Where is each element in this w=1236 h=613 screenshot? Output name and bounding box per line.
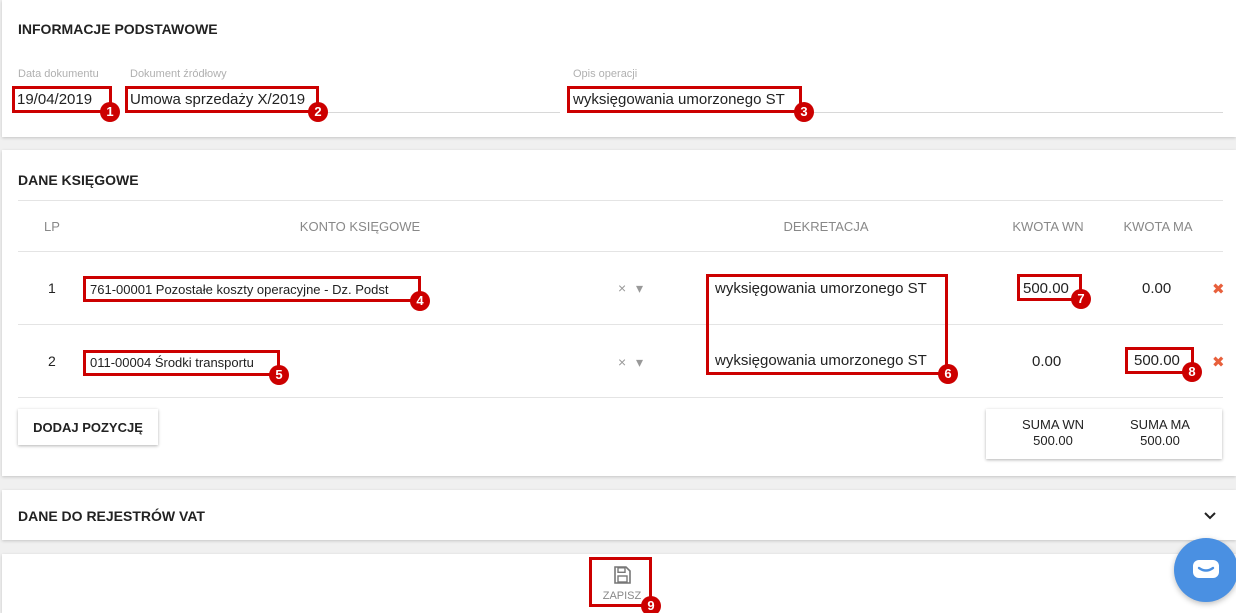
callout-badge-1: 1 — [100, 102, 120, 122]
doc-date-input[interactable]: 19/04/2019 — [17, 91, 92, 108]
row-1-delete-icon[interactable]: ✖ — [1212, 280, 1225, 298]
callout-badge-3: 3 — [794, 102, 814, 122]
vat-title: DANE DO REJESTRÓW VAT — [18, 508, 205, 524]
callout-badge-6: 6 — [938, 364, 958, 384]
callout-badge-8: 8 — [1182, 362, 1202, 382]
sum-credit-value: 500.00 — [1140, 433, 1180, 448]
add-position-button[interactable]: DODAJ POZYCJĘ — [18, 409, 158, 445]
description-underline — [573, 112, 1223, 113]
callout-badge-5: 5 — [269, 365, 289, 385]
row-1-chevron-down-icon[interactable]: ▾ — [636, 280, 643, 297]
row-1-debit-input[interactable]: 500.00 — [1023, 280, 1069, 297]
column-header-debit: KWOTA WN — [1012, 219, 1084, 234]
row-2-lp: 2 — [48, 353, 56, 369]
callout-badge-4: 4 — [410, 291, 430, 311]
header-separator — [18, 251, 1223, 252]
description-label: Opis operacji — [573, 68, 638, 80]
sum-box: SUMA WN 500.00 SUMA MA 500.00 — [986, 409, 1222, 459]
chat-icon — [1193, 560, 1219, 578]
callout-badge-7: 7 — [1071, 289, 1091, 309]
callout-badge-9: 9 — [641, 596, 661, 613]
vat-card[interactable]: DANE DO REJESTRÓW VAT — [2, 490, 1236, 540]
chat-widget-button[interactable] — [1174, 538, 1236, 602]
floppy-disk-icon — [614, 566, 631, 584]
column-header-account: KONTO KSIĘGOWE — [299, 219, 421, 234]
row-1-account-select[interactable]: 761-00001 Pozostałe koszty operacyjne - … — [90, 282, 388, 297]
row-2-credit-input[interactable]: 500.00 — [1134, 352, 1180, 369]
accounting-title: DANE KSIĘGOWE — [18, 172, 139, 188]
doc-date-label: Data dokumentu — [18, 68, 99, 80]
row-1-lp: 1 — [48, 280, 56, 296]
row-2-clear-icon[interactable]: × — [618, 354, 626, 370]
chevron-down-icon[interactable] — [1203, 511, 1217, 521]
row-1-decree-input[interactable]: wyksięgowania umorzonego ST — [715, 280, 927, 297]
source-doc-input[interactable]: Umowa sprzedaży X/2019 — [130, 91, 305, 108]
source-doc-underline — [130, 112, 560, 113]
description-input[interactable]: wyksięgowania umorzonego ST — [573, 91, 785, 108]
source-doc-label: Dokument źródłowy — [130, 68, 227, 80]
callout-badge-2: 2 — [308, 102, 328, 122]
basic-info-card: INFORMACJE PODSTAWOWE Data dokumentu 19/… — [2, 0, 1236, 137]
row-2-account-select[interactable]: 011-00004 Środki transportu — [90, 355, 254, 370]
title-separator — [18, 200, 1223, 201]
accounting-card: DANE KSIĘGOWE LP KONTO KSIĘGOWE DEKRETAC… — [2, 150, 1236, 476]
column-header-decree: DEKRETACJA — [783, 219, 869, 234]
sum-debit-value: 500.00 — [1033, 433, 1073, 448]
row-2-debit-input[interactable]: 0.00 — [1032, 353, 1061, 370]
row-1-separator — [18, 324, 1223, 325]
row-2-decree-input[interactable]: wyksięgowania umorzonego ST — [715, 352, 927, 369]
row-2-separator — [18, 397, 1223, 398]
row-2-chevron-down-icon[interactable]: ▾ — [636, 354, 643, 371]
basic-info-title: INFORMACJE PODSTAWOWE — [18, 21, 218, 37]
sum-credit: SUMA MA 500.00 — [1115, 417, 1205, 449]
sum-debit-label: SUMA WN — [1021, 417, 1085, 432]
row-1-clear-icon[interactable]: × — [618, 280, 626, 296]
save-button[interactable]: ZAPISZ — [594, 560, 650, 606]
column-header-credit: KWOTA MA — [1123, 219, 1193, 234]
sum-debit: SUMA WN 500.00 — [1008, 417, 1098, 449]
footer-bar: ZAPISZ — [2, 554, 1236, 613]
row-1-credit-input[interactable]: 0.00 — [1142, 280, 1171, 297]
column-header-lp: LP — [44, 219, 60, 234]
sum-credit-label: SUMA MA — [1130, 417, 1190, 432]
row-2-delete-icon[interactable]: ✖ — [1212, 353, 1225, 371]
